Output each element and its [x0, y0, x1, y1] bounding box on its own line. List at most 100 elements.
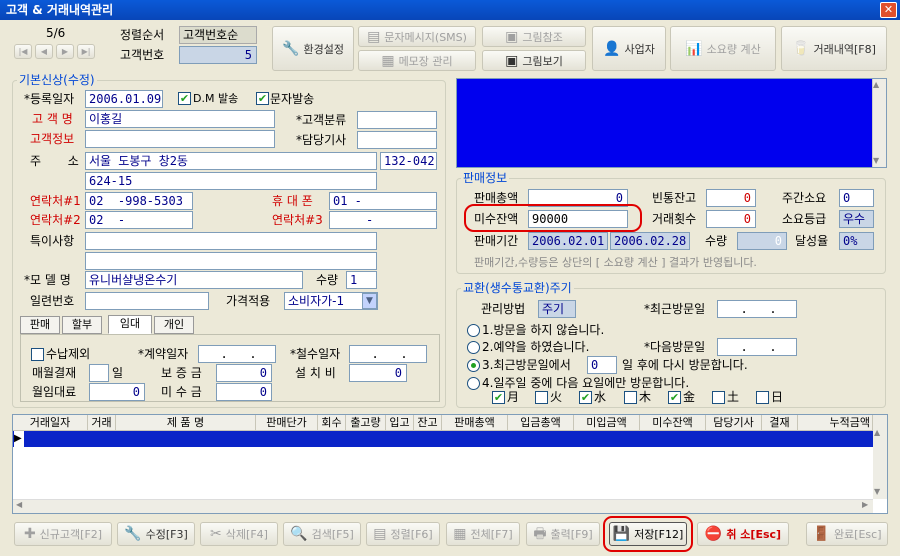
zipcode-field[interactable]: 132-042: [380, 152, 437, 170]
dm-checkbox[interactable]: ✔: [178, 92, 191, 105]
wrench-icon: 🔧: [282, 40, 300, 57]
exchange-legend: 교환(생수통교환)주기: [461, 281, 574, 295]
col-balance[interactable]: 미수잔액: [640, 415, 706, 430]
save-button[interactable]: 💾 저장[F12]: [609, 522, 687, 546]
day-wed-checkbox[interactable]: ✔: [579, 391, 592, 404]
picture-view-button[interactable]: ▣ 그림보기: [482, 50, 586, 71]
option3-days-field[interactable]: 0: [587, 356, 617, 374]
next-visit-field[interactable]: . .: [717, 338, 797, 356]
info-field[interactable]: [85, 130, 275, 148]
day-mon-checkbox[interactable]: ✔: [492, 391, 505, 404]
settings-button[interactable]: 🔧 환경설정: [272, 26, 354, 71]
prev-record-button[interactable]: ◀: [35, 44, 53, 59]
mobile-field[interactable]: 01 -: [329, 192, 437, 210]
chevron-down-icon[interactable]: ▼: [362, 293, 377, 309]
withdraw-field[interactable]: . .: [349, 345, 427, 363]
tab-personal[interactable]: 개인: [154, 316, 194, 334]
exclude-checkbox[interactable]: [31, 348, 44, 361]
model-field[interactable]: 유니버샬냉온수기: [85, 271, 303, 289]
print-button[interactable]: 🖶 출력[F9]: [526, 522, 600, 546]
tel3-field[interactable]: -: [329, 211, 437, 229]
scroll-down-icon[interactable]: ▼: [873, 156, 879, 165]
history-button[interactable]: 🥛 거래내역[F8]: [781, 26, 887, 71]
tab-installment[interactable]: 할부: [62, 316, 102, 334]
edit-button[interactable]: 🔧 수정[F3]: [117, 522, 195, 546]
col-payment[interactable]: 결재: [762, 415, 798, 430]
col-tech[interactable]: 담당기사: [706, 415, 762, 430]
cancel-button[interactable]: ⛔ 취 소[Esc]: [697, 522, 789, 546]
picture-ref-button[interactable]: ▣ 그림참조: [482, 26, 586, 47]
first-record-button[interactable]: |◀: [14, 44, 32, 59]
close-button[interactable]: ✕: [880, 2, 897, 18]
balance-field[interactable]: 90000: [528, 210, 628, 228]
col-product[interactable]: 제 품 명: [116, 415, 256, 430]
usage-calc-button[interactable]: 📊 소요량 계산: [670, 26, 776, 71]
rent-field[interactable]: 0: [89, 383, 145, 401]
col-paid-total[interactable]: 입금총액: [508, 415, 574, 430]
col-out[interactable]: 출고량: [346, 415, 386, 430]
name-field[interactable]: 이홍길: [85, 110, 275, 128]
delete-button[interactable]: ✂ 삭제[F4]: [200, 522, 278, 546]
memo-button[interactable]: ▦ 메모장 관리: [358, 50, 476, 71]
option1-radio[interactable]: [467, 324, 480, 337]
notes-line1-field[interactable]: [85, 232, 377, 250]
install-field[interactable]: 0: [349, 364, 407, 382]
sms-button[interactable]: ▤ 문자메시지(SMS): [358, 26, 476, 47]
table-scroll-left-icon[interactable]: ◀: [16, 500, 22, 509]
business-button[interactable]: 👤 사업자: [592, 26, 666, 71]
all-button[interactable]: ▦ 전체[F7]: [446, 522, 520, 546]
table-scroll-right-icon[interactable]: ▶: [862, 500, 868, 509]
table-scroll-down-icon[interactable]: ▼: [874, 487, 880, 496]
col-in[interactable]: 입고: [386, 415, 414, 430]
tech-field[interactable]: [357, 131, 437, 149]
table-scroll-up-icon[interactable]: ▲: [874, 428, 880, 437]
sms-checkbox[interactable]: ✔: [256, 92, 269, 105]
done-button[interactable]: 🚪 완료[Esc]: [806, 522, 888, 546]
qty-field[interactable]: 1: [346, 271, 377, 289]
contract-field[interactable]: . .: [198, 345, 276, 363]
address-line1-field[interactable]: 서울 도봉구 창2동: [85, 152, 377, 170]
option2-radio[interactable]: [467, 341, 480, 354]
sort-button[interactable]: ▤ 정렬[F6]: [366, 522, 440, 546]
option3-radio[interactable]: [467, 359, 480, 372]
day-tue-checkbox[interactable]: [535, 391, 548, 404]
table-row[interactable]: [13, 431, 873, 447]
table-hscroll[interactable]: [13, 499, 873, 513]
col-unit-price[interactable]: 판매단가: [256, 415, 318, 430]
day-sat-checkbox[interactable]: [712, 391, 725, 404]
notes-line2-field[interactable]: [85, 252, 377, 270]
col-sales-total[interactable]: 판매총액: [442, 415, 508, 430]
tab-rental[interactable]: 임대: [108, 315, 152, 334]
monthly-day-field[interactable]: [89, 364, 109, 382]
period-from-field: 2006.02.01: [528, 232, 608, 250]
tel2-field[interactable]: 02 -: [85, 211, 193, 229]
unpaid-field[interactable]: 0: [216, 383, 272, 401]
deposit-field[interactable]: 0: [216, 364, 272, 382]
reg-date-field[interactable]: 2006.01.09: [85, 90, 163, 108]
option3-label: 3.최근방문일에서: [482, 358, 571, 372]
class-field[interactable]: [357, 111, 437, 129]
day-thu-checkbox[interactable]: [624, 391, 637, 404]
option4-radio[interactable]: [467, 377, 480, 390]
sort-select[interactable]: 고객번호순: [179, 26, 257, 44]
tel1-field[interactable]: 02 -998-5303: [85, 192, 193, 210]
col-unpaid[interactable]: 미입금액: [574, 415, 640, 430]
last-visit-field[interactable]: . .: [717, 300, 797, 318]
next-record-button[interactable]: ▶: [56, 44, 74, 59]
col-stock[interactable]: 잔고: [414, 415, 442, 430]
memo-scrollbar[interactable]: [872, 79, 886, 167]
scroll-up-icon[interactable]: ▲: [873, 80, 879, 89]
day-sun-checkbox[interactable]: [756, 391, 769, 404]
col-return[interactable]: 회수: [318, 415, 346, 430]
new-customer-button[interactable]: ✚ 신규고객[F2]: [14, 522, 112, 546]
col-date[interactable]: 거래일자: [13, 415, 88, 430]
col-type[interactable]: 거래: [88, 415, 116, 430]
person-icon: 👤: [603, 40, 621, 57]
col-cumulative[interactable]: 누적금액: [798, 415, 873, 430]
tab-sale[interactable]: 판매: [20, 316, 60, 334]
serial-field[interactable]: [85, 292, 209, 310]
last-record-button[interactable]: ▶|: [77, 44, 95, 59]
day-fri-checkbox[interactable]: ✔: [668, 391, 681, 404]
search-button[interactable]: 🔍 검색[F5]: [283, 522, 361, 546]
address-line2-field[interactable]: 624-15: [85, 172, 377, 190]
